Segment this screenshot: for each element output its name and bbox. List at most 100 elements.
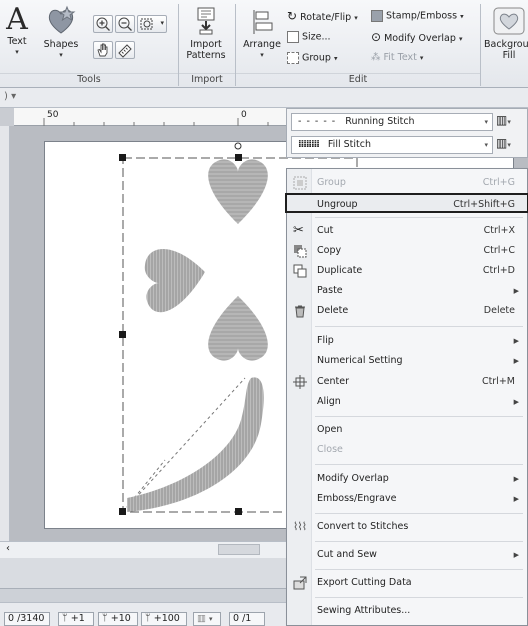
- menu-item-shortcut: Ctrl+G: [482, 177, 515, 188]
- chevron-down-icon: ▾: [458, 35, 463, 43]
- rotate-handle[interactable]: [234, 142, 242, 150]
- export-icon: [293, 576, 307, 590]
- rotate-icon: ↻: [287, 9, 298, 23]
- import-patterns-label: Import Patterns: [186, 39, 226, 61]
- fill-stitch-icon: ⁞⁞⁞⁞⁞⁞⁞⁞: [298, 139, 320, 150]
- zoom-fit-button[interactable]: ▾: [137, 15, 167, 33]
- menu-item-label: Convert to Stitches: [317, 521, 409, 532]
- menu-item-shortcut: Ctrl+X: [483, 225, 515, 236]
- submenu-arrow-icon: ▶: [513, 475, 519, 483]
- context-menu: Group Ctrl+G Ungroup Ctrl+Shift+G ✂ Cut …: [285, 168, 528, 626]
- step-10-label: +10: [110, 613, 131, 624]
- menu-item-sewing-attributes[interactable]: Sewing Attributes...: [287, 601, 527, 621]
- shapes-button[interactable]: Shapes ▾: [40, 4, 82, 68]
- needle-icon: ᛘ: [62, 613, 71, 624]
- menu-item-cut-and-sew[interactable]: Cut and Sew ▶: [287, 545, 527, 565]
- customize-icon[interactable]: ) ▾: [4, 91, 16, 102]
- region-stitch-select[interactable]: ⁞⁞⁞⁞⁞⁞⁞⁞ Fill Stitch ▾: [291, 136, 493, 154]
- clover-leaf-left[interactable]: [144, 248, 205, 313]
- menu-separator: [315, 569, 523, 570]
- menu-item-duplicate[interactable]: Duplicate Ctrl+D: [287, 261, 527, 281]
- fit-text-button[interactable]: ⁂ Fit Text ▾: [371, 52, 423, 64]
- chevron-down-icon: ▾: [260, 51, 264, 59]
- step-10-button[interactable]: ᛘ +10: [98, 612, 138, 626]
- size-label: Size...: [302, 31, 331, 43]
- stamp-emboss-label: Stamp/Emboss: [386, 10, 458, 22]
- menu-item-convert-to-stitches[interactable]: ⌇⌇⌇ Convert to Stitches: [287, 517, 527, 537]
- arrange-icon: [253, 10, 273, 34]
- size-button[interactable]: Size...: [287, 31, 331, 44]
- menu-item-emboss-engrave[interactable]: Emboss/Engrave ▶: [287, 489, 527, 509]
- copy-icon: [294, 245, 307, 258]
- zoom-in-icon: [96, 17, 110, 31]
- menu-item-flip[interactable]: Flip ▶: [287, 331, 527, 351]
- zoom-fit-icon: [140, 18, 153, 30]
- chevron-down-icon: ▾: [484, 141, 488, 149]
- menu-item-center[interactable]: Center Ctrl+M: [287, 372, 527, 392]
- submenu-arrow-icon: ▶: [513, 551, 519, 559]
- rotate-flip-button[interactable]: ↻ Rotate/Flip ▾: [287, 10, 358, 24]
- region-color-button[interactable]: ▥▾: [496, 136, 524, 154]
- background-fill-icon: [493, 7, 525, 35]
- color-page-counter: 0 /1: [229, 612, 265, 626]
- menu-item-label: Emboss/Engrave: [317, 493, 397, 504]
- chevron-down-icon: ▾: [333, 54, 338, 63]
- step-1-button[interactable]: ᛘ +1: [58, 612, 94, 626]
- center-icon: [293, 375, 307, 389]
- menu-item-delete[interactable]: Delete Delete: [287, 301, 527, 321]
- menu-item-label: Center: [317, 376, 349, 387]
- scrollbar-thumb[interactable]: [218, 544, 260, 555]
- text-button[interactable]: A Text ▾: [2, 4, 32, 68]
- stitches-icon: ⌇⌇⌇: [293, 520, 307, 533]
- clover-leaf-top[interactable]: [208, 159, 268, 224]
- chevron-down-icon: ▾: [419, 54, 424, 62]
- menu-item-align[interactable]: Align ▶: [287, 392, 527, 412]
- pan-button[interactable]: [93, 41, 113, 59]
- chevron-down-icon: ▾: [507, 141, 511, 149]
- zoom-in-button[interactable]: [93, 15, 113, 33]
- group-divider: [480, 4, 481, 86]
- chevron-down-icon: ▾: [484, 118, 488, 126]
- menu-item-shortcut: Ctrl+Shift+G: [453, 199, 515, 210]
- zoom-out-button[interactable]: [115, 15, 135, 33]
- import-patterns-button[interactable]: Import Patterns: [181, 6, 231, 70]
- menu-item-open[interactable]: Open: [287, 420, 527, 440]
- chevron-down-icon: ▾: [15, 48, 19, 56]
- menu-item-label: Numerical Setting: [317, 355, 403, 366]
- clover-stem[interactable]: [127, 377, 264, 512]
- menu-item-label: Delete: [317, 305, 349, 316]
- stitch-counter: 0 /3140: [4, 612, 50, 626]
- menu-item-paste[interactable]: Paste ▶: [287, 281, 527, 301]
- submenu-arrow-icon: ▶: [513, 337, 519, 345]
- line-stitch-select[interactable]: - - - - - Running Stitch ▾: [291, 113, 493, 131]
- chevron-down-icon: ▾: [354, 14, 358, 22]
- submenu-arrow-icon: ▶: [513, 287, 519, 295]
- hand-icon: [97, 43, 108, 57]
- line-color-button[interactable]: ▥▾: [496, 113, 524, 131]
- modify-overlap-label: Modify Overlap: [384, 33, 456, 44]
- menu-item-export-cutting-data[interactable]: Export Cutting Data: [287, 573, 527, 593]
- menu-item-modify-overlap[interactable]: Modify Overlap ▶: [287, 469, 527, 489]
- edit-group-label: Edit: [236, 73, 480, 85]
- menu-item-ungroup[interactable]: Ungroup Ctrl+Shift+G: [285, 193, 528, 213]
- stamp-emboss-button[interactable]: Stamp/Emboss ▾: [371, 10, 464, 23]
- arrange-button[interactable]: Arrange ▾: [240, 8, 284, 72]
- scroll-left-icon[interactable]: ‹: [6, 543, 10, 554]
- ruler-label-50: 50: [47, 110, 59, 120]
- menu-item-copy[interactable]: Copy Ctrl+C: [287, 241, 527, 261]
- menu-item-label: Modify Overlap: [317, 473, 389, 484]
- menu-item-label: Close: [317, 444, 343, 455]
- menu-item-close[interactable]: Close: [287, 440, 527, 460]
- menu-item-cut[interactable]: ✂ Cut Ctrl+X: [287, 221, 527, 241]
- background-fill-button[interactable]: Background Fill: [484, 6, 528, 70]
- step-100-button[interactable]: ᛘ +100: [141, 612, 187, 626]
- menu-separator: [315, 597, 523, 598]
- measure-button[interactable]: [115, 41, 135, 59]
- modify-overlap-button[interactable]: ⊙ Modify Overlap ▾: [371, 31, 462, 45]
- menu-item-group[interactable]: Group Ctrl+G: [287, 173, 527, 193]
- spool-icon: ▥: [496, 113, 508, 127]
- color-dropdown[interactable]: ▥ ▾: [193, 612, 221, 626]
- clover-leaf-bottom[interactable]: [208, 296, 268, 361]
- menu-item-numerical-setting[interactable]: Numerical Setting ▶: [287, 351, 527, 371]
- group-button[interactable]: Group ▾: [287, 52, 337, 65]
